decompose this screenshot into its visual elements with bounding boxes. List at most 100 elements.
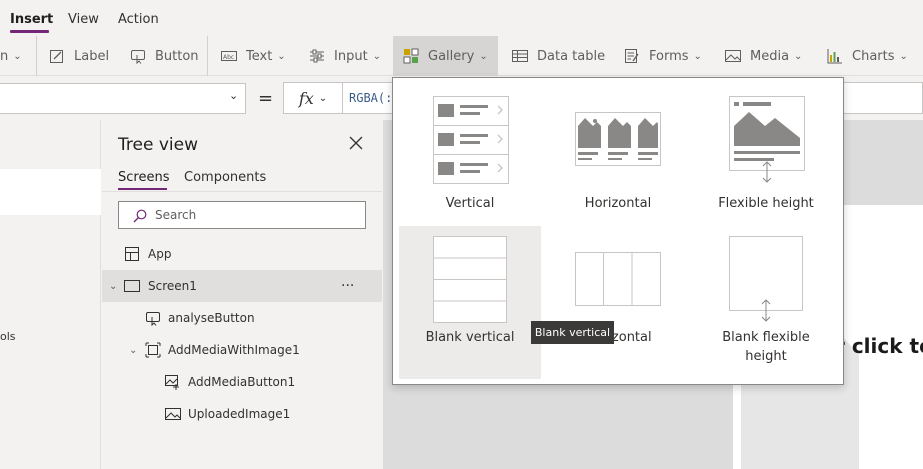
canvas-placeholder-text: r click to bbox=[835, 334, 923, 358]
svg-text:Abc: Abc bbox=[223, 54, 234, 61]
property-dropdown[interactable] bbox=[0, 83, 246, 114]
input-sliders-icon bbox=[309, 48, 325, 64]
gallery-option-blank-horizontal[interactable]: orizontal bbox=[547, 226, 689, 376]
search-placeholder: Search bbox=[155, 208, 197, 222]
gallery-option-blank-flexible-height[interactable]: Blank flexible height bbox=[695, 226, 837, 376]
charts-button[interactable]: Charts ⌄ bbox=[827, 36, 908, 76]
ribbon-toolbar: n ⌄ Label Button Abc Text ⌄ Input ⌄ Gall… bbox=[0, 36, 923, 76]
chevron-down-icon: ⌄ bbox=[693, 50, 702, 62]
canvas-divider bbox=[733, 385, 741, 469]
tree-item-uploadedimage1[interactable]: UploadedImage1 bbox=[102, 398, 382, 430]
screen-icon bbox=[124, 278, 140, 294]
input-button[interactable]: Input ⌄ bbox=[309, 36, 381, 76]
tree-item-label: AddMediaWithImage1 bbox=[168, 343, 300, 357]
tree-item-analysebutton[interactable]: analyseButton bbox=[102, 302, 382, 334]
gallery-option-label: Horizontal bbox=[584, 196, 652, 211]
tree-item-app[interactable]: App bbox=[102, 238, 382, 270]
label-line-2: height bbox=[745, 349, 787, 364]
media-button[interactable]: Media ⌄ bbox=[725, 36, 802, 76]
ribbon-partial-label: n bbox=[0, 48, 9, 64]
blank-flexible-height-gallery-icon bbox=[729, 236, 803, 322]
tree-item-label: Screen1 bbox=[148, 279, 197, 293]
left-panel-item-label[interactable]: ols bbox=[0, 330, 16, 343]
gallery-option-horizontal[interactable]: Horizontal bbox=[547, 84, 689, 234]
label-button[interactable]: Label bbox=[49, 36, 109, 76]
horizontal-gallery-icon bbox=[575, 112, 661, 166]
data-table-button[interactable]: Data table bbox=[512, 36, 605, 76]
tree-item-label: AddMediaButton1 bbox=[188, 375, 296, 389]
tab-components[interactable]: Components bbox=[184, 170, 266, 185]
image-icon bbox=[165, 406, 181, 422]
forms-icon bbox=[624, 48, 640, 64]
gallery-option-label: Vertical bbox=[445, 196, 495, 211]
image-icon bbox=[725, 48, 741, 64]
tree-item-screen1[interactable]: ⌄ Screen1 ··· bbox=[102, 270, 382, 302]
chevron-down-icon: ⌄ bbox=[479, 50, 488, 62]
menu-tab-action[interactable]: Action bbox=[118, 12, 159, 27]
table-icon bbox=[512, 48, 528, 64]
blank-vertical-gallery-icon bbox=[433, 236, 507, 323]
left-panel-selected-item[interactable] bbox=[0, 169, 101, 215]
chevron-down-icon[interactable]: ⌄ bbox=[129, 345, 137, 356]
gallery-option-vertical[interactable]: Vertical bbox=[399, 84, 541, 234]
chevron-down-icon: ⌄ bbox=[318, 92, 328, 104]
tab-divider bbox=[102, 191, 382, 192]
label-edit-icon bbox=[49, 48, 65, 64]
tree-item-addmediabutton1[interactable]: AddMediaButton1 bbox=[102, 366, 382, 398]
tree-item-label: UploadedImage1 bbox=[188, 407, 291, 421]
gallery-button-text: Gallery bbox=[428, 48, 475, 64]
function-button[interactable]: fx ⌄ bbox=[283, 82, 343, 114]
charts-button-text: Charts bbox=[852, 48, 895, 64]
button-cursor-icon bbox=[130, 48, 146, 65]
vertical-gallery-icon bbox=[433, 96, 509, 184]
flexible-height-gallery-icon bbox=[729, 96, 805, 183]
menu-tab-insert[interactable]: Insert bbox=[10, 12, 53, 27]
tooltip: Blank vertical bbox=[531, 321, 614, 344]
chevron-down-icon: ⌄ bbox=[794, 50, 803, 62]
tree-item-label: analyseButton bbox=[168, 311, 255, 325]
ribbon-divider bbox=[207, 36, 208, 76]
active-tab-underline bbox=[118, 188, 167, 190]
group-icon bbox=[145, 342, 161, 358]
add-media-icon bbox=[165, 374, 181, 390]
gallery-option-blank-vertical[interactable]: Blank vertical bbox=[399, 226, 541, 379]
chevron-down-icon[interactable]: ⌄ bbox=[229, 89, 238, 102]
gallery-option-label: Blank flexible height bbox=[695, 328, 837, 366]
forms-button[interactable]: Forms ⌄ bbox=[624, 36, 702, 76]
gallery-dropdown-menu: Vertical Horizontal Flexible height Blan… bbox=[392, 77, 844, 385]
bar-chart-icon bbox=[827, 48, 843, 64]
more-options-icon[interactable]: ··· bbox=[341, 278, 354, 294]
blank-horizontal-gallery-icon bbox=[575, 252, 661, 306]
text-button[interactable]: Abc Text ⌄ bbox=[221, 36, 286, 76]
active-tab-underline bbox=[10, 30, 49, 33]
chevron-down-icon[interactable]: ⌄ bbox=[109, 281, 117, 292]
gallery-button[interactable]: Gallery ⌄ bbox=[393, 36, 498, 76]
media-button-text: Media bbox=[750, 48, 790, 64]
chevron-down-icon: ⌄ bbox=[372, 50, 382, 62]
text-button-text: Text bbox=[246, 48, 273, 64]
label-line-1: Blank flexible bbox=[722, 330, 810, 345]
chevron-down-icon: ⌄ bbox=[899, 50, 908, 62]
tree-view-title: Tree view bbox=[118, 135, 198, 155]
gallery-grid-icon bbox=[403, 48, 419, 64]
gallery-option-label: Flexible height bbox=[718, 196, 814, 211]
button-button[interactable]: Button bbox=[130, 36, 199, 76]
equals-sign: = bbox=[258, 88, 274, 109]
gallery-option-label: Blank vertical bbox=[425, 330, 515, 345]
close-icon[interactable] bbox=[348, 135, 364, 151]
ribbon-partial-button[interactable]: n ⌄ bbox=[0, 36, 22, 76]
label-button-text: Label bbox=[74, 48, 110, 64]
menu-tab-view[interactable]: View bbox=[68, 12, 99, 27]
tab-screens[interactable]: Screens bbox=[118, 170, 169, 185]
search-icon bbox=[133, 208, 147, 223]
text-abc-icon: Abc bbox=[221, 48, 237, 64]
fx-icon: fx bbox=[298, 88, 314, 108]
chevron-down-icon: ⌄ bbox=[277, 50, 286, 62]
tree-item-addmediawithimage1[interactable]: ⌄ AddMediaWithImage1 bbox=[102, 334, 382, 366]
tree-item-label: App bbox=[148, 247, 172, 261]
button-cursor-icon bbox=[145, 310, 161, 327]
gallery-option-flexible-height[interactable]: Flexible height bbox=[695, 84, 837, 234]
tree-search-input[interactable]: Search bbox=[118, 201, 366, 229]
app-icon bbox=[124, 246, 140, 262]
input-button-text: Input bbox=[334, 48, 368, 64]
